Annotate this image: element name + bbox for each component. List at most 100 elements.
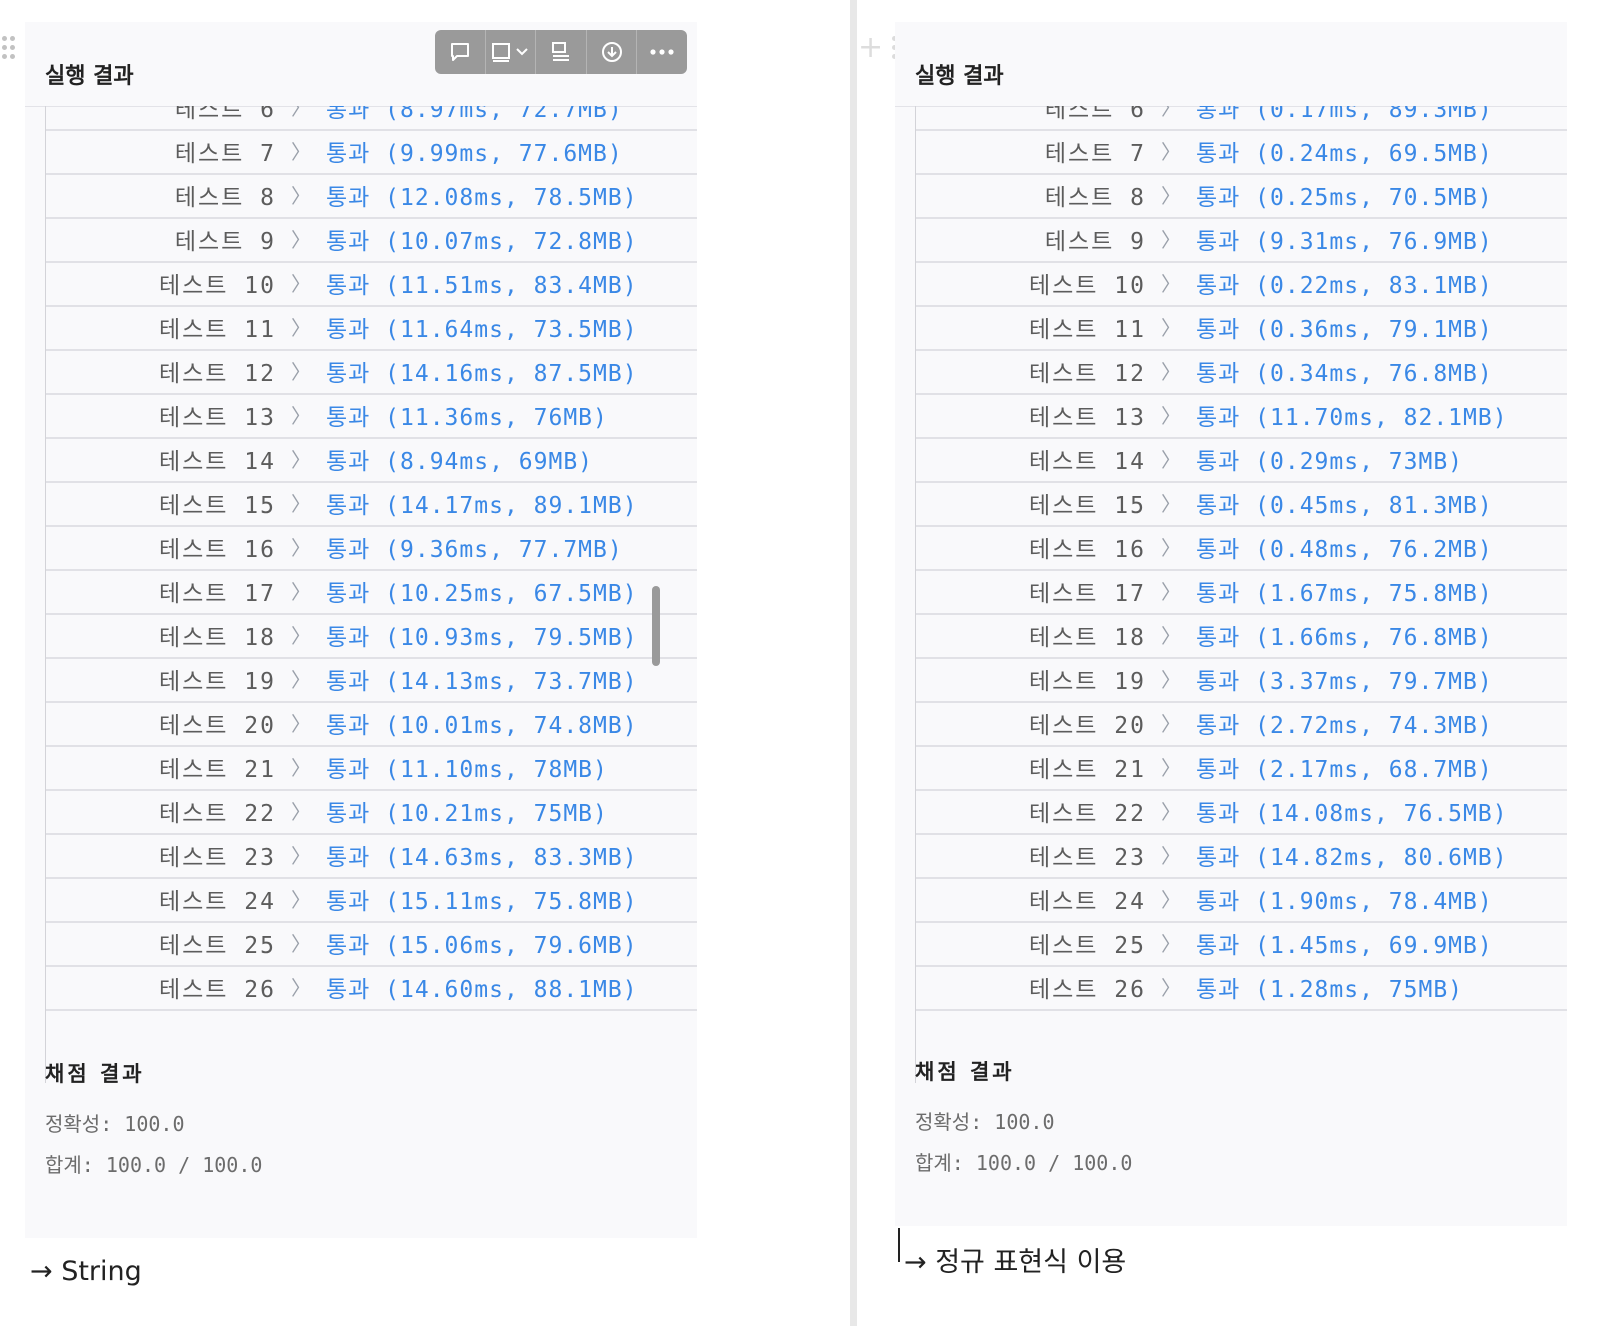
test-pass-value: 통과 (15.11ms, 75.8MB) <box>326 888 638 915</box>
card-title: 실행 결과 <box>915 64 1004 89</box>
more-button[interactable] <box>637 30 687 74</box>
comment-button[interactable] <box>435 30 486 74</box>
test-pass-value: 통과 (9.36ms, 77.7MB) <box>326 536 623 563</box>
test-result-row: 테스트 13 〉 통과 (11.70ms, 82.1MB) <box>916 392 1567 439</box>
test-result-row: 테스트 21 〉 통과 (11.10ms, 78MB) <box>46 744 697 791</box>
test-label: 테스트 26 <box>158 976 276 1003</box>
test-label: 테스트 13 <box>158 404 276 431</box>
accuracy-score: 정확성: 100.0 <box>915 1110 1055 1134</box>
grading-section: 채점 결과 정확성: 100.0 합계: 100.0 / 100.0 <box>915 1056 1132 1176</box>
test-label: 테스트 12 <box>158 360 276 387</box>
test-label: 테스트 11 <box>1028 316 1146 343</box>
download-icon <box>601 42 622 62</box>
execution-result-card-right: 실행 결과 테스트 6 〉 통과 (0.17ms, 89.3MB) 테스트 7 〉 통과 … <box>895 22 1567 1226</box>
chevron-right-icon: 〉 <box>1161 316 1181 340</box>
test-result-row: 테스트 24 〉 통과 (1.90ms, 78.4MB) <box>916 876 1567 923</box>
chevron-right-icon: 〉 <box>291 756 311 780</box>
test-result-row: 테스트 7 〉 통과 (0.24ms, 69.5MB) <box>916 128 1567 175</box>
test-pass-value: 통과 (15.06ms, 79.6MB) <box>326 932 638 959</box>
chevron-right-icon: 〉 <box>291 404 311 428</box>
chevron-right-icon: 〉 <box>291 712 311 736</box>
test-label: 테스트 20 <box>158 712 276 739</box>
test-label: 테스트 11 <box>158 316 276 343</box>
layout-icon <box>492 43 529 62</box>
card-header: 실행 결과 <box>895 22 1567 107</box>
chevron-right-icon: 〉 <box>291 272 311 296</box>
chevron-right-icon: 〉 <box>291 448 311 472</box>
layout-button[interactable] <box>486 30 537 74</box>
grading-title: 채점 결과 <box>915 1060 1015 1084</box>
test-label: 테스트 22 <box>1028 800 1146 827</box>
test-label: 테스트 15 <box>1028 492 1146 519</box>
grading-section: 채점 결과 정확성: 100.0 합계: 100.0 / 100.0 <box>45 1058 262 1178</box>
card-header: 실행 결과 <box>25 22 697 107</box>
test-pass-value: 통과 (9.99ms, 77.6MB) <box>326 140 623 167</box>
test-result-row: 테스트 14 〉 통과 (0.29ms, 73MB) <box>916 436 1567 483</box>
test-label: 테스트 19 <box>158 668 276 695</box>
test-result-row: 테스트 17 〉 통과 (10.25ms, 67.5MB) <box>46 568 697 615</box>
test-pass-value: 통과 (10.07ms, 72.8MB) <box>326 228 638 255</box>
test-label: 테스트 26 <box>1028 976 1146 1003</box>
test-result-row: 테스트 26 〉 통과 (1.28ms, 75MB) <box>916 964 1567 1011</box>
test-pass-value: 통과 (0.34ms, 76.8MB) <box>1196 360 1493 387</box>
test-result-row: 테스트 7 〉 통과 (9.99ms, 77.6MB) <box>46 128 697 175</box>
chevron-right-icon: 〉 <box>1161 404 1181 428</box>
align-icon <box>551 42 569 61</box>
test-label: 테스트 7 <box>174 140 276 167</box>
test-pass-value: 통과 (10.25ms, 67.5MB) <box>326 580 638 607</box>
test-result-row: 테스트 21 〉 통과 (2.17ms, 68.7MB) <box>916 744 1567 791</box>
chevron-right-icon: 〉 <box>1161 228 1181 252</box>
chevron-right-icon: 〉 <box>1161 360 1181 384</box>
test-pass-value: 통과 (1.66ms, 76.8MB) <box>1196 624 1493 651</box>
test-pass-value: 통과 (10.01ms, 74.8MB) <box>326 712 638 739</box>
test-result-row: 테스트 22 〉 통과 (14.08ms, 76.5MB) <box>916 788 1567 835</box>
plus-icon[interactable]: + <box>858 33 883 63</box>
test-label: 테스트 9 <box>1044 228 1146 255</box>
test-pass-value: 통과 (0.24ms, 69.5MB) <box>1196 140 1493 167</box>
align-button[interactable] <box>536 30 587 74</box>
test-pass-value: 통과 (14.16ms, 87.5MB) <box>326 360 638 387</box>
test-label: 테스트 10 <box>1028 272 1146 299</box>
download-button[interactable] <box>587 30 638 74</box>
test-pass-value: 통과 (0.36ms, 79.1MB) <box>1196 316 1493 343</box>
test-result-row: 테스트 20 〉 통과 (10.01ms, 74.8MB) <box>46 700 697 747</box>
test-label: 테스트 18 <box>1028 624 1146 651</box>
test-result-row: 테스트 25 〉 통과 (15.06ms, 79.6MB) <box>46 920 697 967</box>
chevron-right-icon: 〉 <box>1161 580 1181 604</box>
chevron-right-icon: 〉 <box>1161 844 1181 868</box>
test-result-row: 테스트 12 〉 통과 (0.34ms, 76.8MB) <box>916 348 1567 395</box>
test-label: 테스트 7 <box>1044 140 1146 167</box>
accuracy-score: 정확성: 100.0 <box>45 1112 185 1136</box>
chevron-right-icon: 〉 <box>1161 756 1181 780</box>
test-label: 테스트 10 <box>158 272 276 299</box>
test-label: 테스트 20 <box>1028 712 1146 739</box>
test-pass-value: 통과 (11.51ms, 83.4MB) <box>326 272 638 299</box>
chevron-right-icon: 〉 <box>1161 624 1181 648</box>
text-cursor <box>898 1228 900 1262</box>
test-pass-value: 통과 (1.90ms, 78.4MB) <box>1196 888 1493 915</box>
test-label: 테스트 9 <box>174 228 276 255</box>
drag-handle-icon[interactable] <box>2 36 16 62</box>
test-result-row: 테스트 10 〉 통과 (11.51ms, 83.4MB) <box>46 260 697 307</box>
test-label: 테스트 23 <box>158 844 276 871</box>
scrollbar-thumb[interactable] <box>652 586 660 666</box>
test-result-row: 테스트 18 〉 통과 (1.66ms, 76.8MB) <box>916 612 1567 659</box>
chevron-right-icon: 〉 <box>291 580 311 604</box>
column-divider[interactable] <box>850 0 857 1326</box>
test-pass-value: 통과 (11.36ms, 76MB) <box>326 404 608 431</box>
test-result-row: 테스트 16 〉 통과 (0.48ms, 76.2MB) <box>916 524 1567 571</box>
chevron-right-icon: 〉 <box>1161 272 1181 296</box>
test-results-list[interactable]: 테스트 6 〉 통과 (8.97ms, 72.7MB) 테스트 7 〉 통과 (9.99m… <box>45 106 697 1083</box>
test-result-row: 테스트 19 〉 통과 (14.13ms, 73.7MB) <box>46 656 697 703</box>
test-pass-value: 통과 (0.22ms, 83.1MB) <box>1196 272 1493 299</box>
block-toolbar <box>435 30 687 74</box>
card-title: 실행 결과 <box>45 64 134 89</box>
test-pass-value: 통과 (2.17ms, 68.7MB) <box>1196 756 1493 783</box>
test-result-row: 테스트 17 〉 통과 (1.67ms, 75.8MB) <box>916 568 1567 615</box>
chevron-right-icon: 〉 <box>291 844 311 868</box>
test-results-list[interactable]: 테스트 6 〉 통과 (0.17ms, 89.3MB) 테스트 7 〉 통과 (0.24m… <box>915 106 1567 1083</box>
test-label: 테스트 16 <box>158 536 276 563</box>
chevron-right-icon: 〉 <box>1161 888 1181 912</box>
chevron-right-icon: 〉 <box>1161 106 1181 120</box>
test-result-row: 테스트 15 〉 통과 (0.45ms, 81.3MB) <box>916 480 1567 527</box>
